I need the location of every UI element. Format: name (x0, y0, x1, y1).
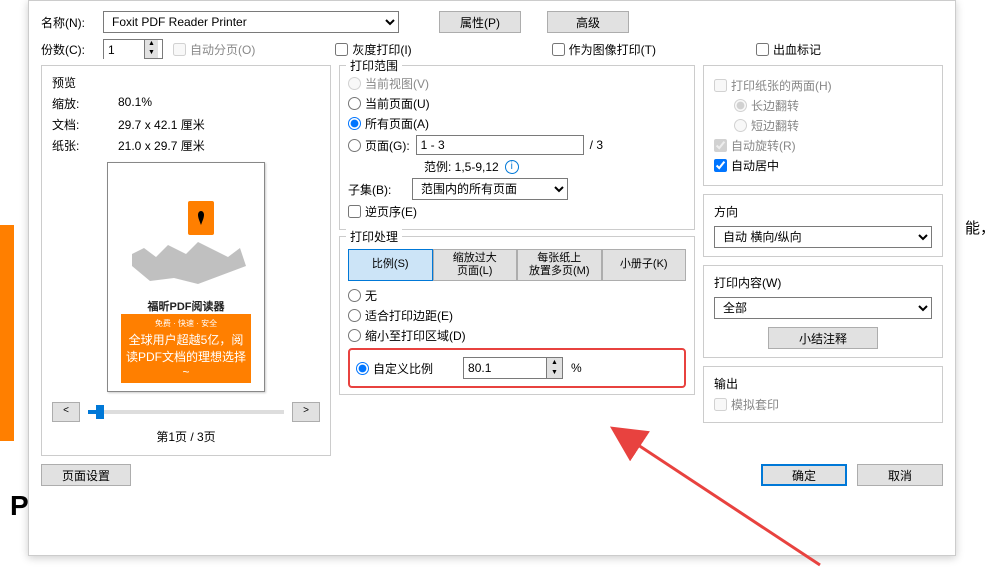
ok-button[interactable]: 确定 (761, 464, 847, 486)
thumb-footer: 免费 · 快速 · 安全 全球用户超越5亿，阅读PDF文档的理想选择~ (121, 314, 251, 383)
print-range-group: 打印范围 当前视图(V) 当前页面(U) 所有页面(A) 页面(G): / 3 … (339, 65, 695, 230)
copies-spinner[interactable]: ▲▼ (103, 39, 163, 59)
properties-button[interactable]: 属性(P) (439, 11, 521, 33)
tile-tab-button[interactable]: 缩放过大 页面(L) (433, 249, 518, 281)
print-content-title: 打印内容(W) (714, 274, 932, 291)
duplex-checkbox: 打印纸张的两面(H) (714, 77, 832, 94)
page-slider[interactable] (88, 410, 284, 414)
paper-label: 纸张: (52, 137, 118, 154)
page-setup-button[interactable]: 页面设置 (41, 464, 131, 486)
page-thumbnail: 福昕PDF阅读器 (foxit reader) 免费 · 快速 · 安全 全球用… (107, 162, 265, 392)
copies-label: 份数(C): (41, 41, 97, 58)
pages-input[interactable] (416, 135, 584, 155)
auto-rotate-checkbox: 自动旋转(R) (714, 137, 796, 154)
summarize-comments-button[interactable]: 小结注释 (768, 327, 878, 349)
preview-title: 预览 (52, 74, 320, 91)
custom-scale-input[interactable] (464, 358, 546, 378)
zoom-value: 80.1% (118, 95, 152, 112)
scale-down-icon[interactable]: ▼ (547, 368, 562, 378)
all-pages-radio[interactable]: 所有页面(A) (348, 115, 429, 132)
scale-custom-radio[interactable]: 自定义比例 (356, 360, 433, 377)
reverse-order-checkbox[interactable]: 逆页序(E) (348, 203, 417, 220)
scale-none-radio[interactable]: 无 (348, 287, 377, 304)
grayscale-checkbox[interactable]: 灰度打印(I) (335, 41, 411, 58)
orientation-title: 方向 (714, 203, 932, 220)
range-example: 范例: 1,5-9,12 (424, 158, 499, 175)
print-handling-title: 打印处理 (346, 228, 402, 245)
percent-label: % (571, 361, 582, 375)
paper-value: 21.0 x 29.7 厘米 (118, 137, 205, 154)
doc-label: 文档: (52, 116, 118, 133)
prev-page-button[interactable]: < (52, 402, 80, 422)
bg-text: 能， (965, 217, 995, 238)
current-view-radio: 当前视图(V) (348, 75, 429, 92)
scale-shrink-radio[interactable]: 缩小至打印区域(D) (348, 327, 466, 344)
copies-down[interactable]: ▼ (145, 49, 158, 58)
scale-up-icon[interactable]: ▲ (547, 358, 562, 368)
pages-radio[interactable]: 页面(G): (348, 137, 410, 154)
print-handling-group: 打印处理 比例(S) 缩放过大 页面(L) 每张纸上 放置多页(M) 小册子(K… (339, 236, 695, 395)
orientation-panel: 方向 自动 横向/纵向 (703, 194, 943, 257)
bleed-marks-checkbox[interactable]: 出血标记 (756, 41, 821, 58)
booklet-tab-button[interactable]: 小册子(K) (602, 249, 687, 281)
custom-scale-spinner[interactable]: ▲▼ (463, 357, 563, 379)
copies-input[interactable] (104, 40, 144, 60)
advanced-button[interactable]: 高级 (547, 11, 629, 33)
long-edge-radio: 长边翻转 (734, 97, 799, 114)
page-indicator: 第1页 / 3页 (52, 428, 320, 445)
copies-up[interactable]: ▲ (145, 40, 158, 49)
total-pages: / 3 (590, 138, 603, 152)
scale-tab-button[interactable]: 比例(S) (348, 249, 433, 281)
thumb-map-graphic (126, 230, 246, 290)
multiple-tab-button[interactable]: 每张纸上 放置多页(M) (517, 249, 602, 281)
zoom-label: 缩放: (52, 95, 118, 112)
cancel-button[interactable]: 取消 (857, 464, 943, 486)
output-title: 输出 (714, 375, 932, 392)
foxit-badge-icon (188, 201, 214, 235)
current-page-radio[interactable]: 当前页面(U) (348, 95, 430, 112)
scale-fit-radio[interactable]: 适合打印边距(E) (348, 307, 453, 324)
name-label: 名称(N): (41, 14, 97, 31)
print-content-select[interactable]: 全部 (714, 297, 932, 319)
subset-label: 子集(B): (348, 181, 412, 198)
print-as-image-checkbox[interactable]: 作为图像打印(T) (552, 41, 656, 58)
orientation-select[interactable]: 自动 横向/纵向 (714, 226, 932, 248)
output-panel: 输出 模拟套印 (703, 366, 943, 423)
short-edge-radio: 短边翻转 (734, 117, 799, 134)
collate-checkbox: 自动分页(O) (173, 41, 255, 58)
info-icon[interactable]: i (505, 160, 519, 174)
next-page-button[interactable]: > (292, 402, 320, 422)
print-dialog: 名称(N): Foxit PDF Reader Printer 属性(P) 高级… (28, 0, 956, 556)
printer-select[interactable]: Foxit PDF Reader Printer (103, 11, 399, 33)
duplex-panel: 打印纸张的两面(H) 长边翻转 短边翻转 自动旋转(R) 自动居中 (703, 65, 943, 186)
subset-select[interactable]: 范围内的所有页面 (412, 178, 568, 200)
print-range-title: 打印范围 (346, 57, 402, 74)
doc-value: 29.7 x 42.1 厘米 (118, 116, 205, 133)
custom-scale-highlight: 自定义比例 ▲▼ % (348, 348, 686, 388)
thumb-title: 福昕PDF阅读器 (148, 298, 225, 314)
preview-panel: 预览 缩放:80.1% 文档:29.7 x 42.1 厘米 纸张:21.0 x … (41, 65, 331, 456)
bg-letter: P (10, 490, 29, 522)
print-content-panel: 打印内容(W) 全部 小结注释 (703, 265, 943, 358)
simulate-overprint-checkbox: 模拟套印 (714, 396, 779, 413)
auto-center-checkbox[interactable]: 自动居中 (714, 157, 779, 174)
